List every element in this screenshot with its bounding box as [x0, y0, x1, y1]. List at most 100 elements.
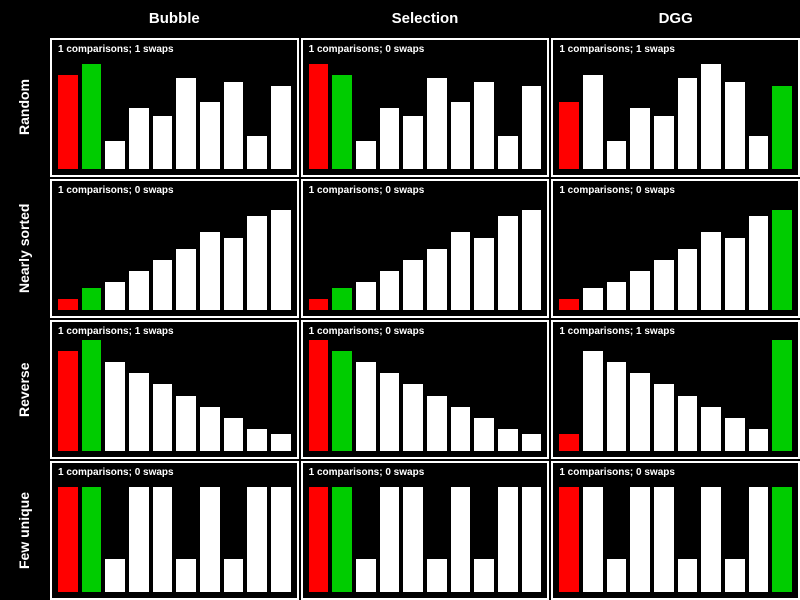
bar	[607, 362, 627, 451]
bar	[630, 487, 650, 592]
bar	[654, 487, 674, 592]
bar	[427, 249, 447, 310]
bar	[749, 429, 769, 451]
bar	[474, 82, 494, 169]
chart-cell: 1 comparisons; 0 swaps	[50, 179, 299, 318]
bar	[583, 75, 603, 169]
bar	[247, 487, 267, 592]
bar	[332, 487, 352, 592]
bar	[153, 116, 173, 169]
bar	[356, 559, 376, 592]
bar-group	[559, 199, 792, 310]
bar	[725, 418, 745, 451]
bar	[701, 407, 721, 451]
bar	[772, 86, 792, 169]
bar	[403, 116, 423, 169]
chart-cell: 1 comparisons; 0 swaps	[301, 461, 550, 600]
bar-group	[309, 481, 542, 592]
bar	[498, 487, 518, 592]
bar	[176, 78, 196, 169]
bar	[58, 75, 78, 169]
sorting-grid: Bubble Selection DGG Random 1 comparison…	[0, 0, 800, 600]
bar	[82, 340, 102, 451]
row-header-random: Random	[0, 38, 48, 177]
bar	[247, 429, 267, 451]
bar	[247, 136, 267, 169]
bar	[583, 351, 603, 451]
bar	[654, 384, 674, 451]
chart-cell: 1 comparisons; 0 swaps	[551, 179, 800, 318]
bar	[224, 559, 244, 592]
chart-cell: 1 comparisons; 0 swaps	[301, 320, 550, 459]
status-text: 1 comparisons; 1 swaps	[559, 44, 792, 55]
chart-cell: 1 comparisons; 0 swaps	[50, 461, 299, 600]
bar	[678, 559, 698, 592]
bar	[200, 232, 220, 310]
bar	[725, 559, 745, 592]
bar	[356, 282, 376, 310]
bar	[654, 260, 674, 310]
bar	[153, 487, 173, 592]
bar	[701, 487, 721, 592]
bar	[630, 108, 650, 169]
bar	[403, 487, 423, 592]
bar	[271, 487, 291, 592]
bar	[271, 210, 291, 310]
bar	[58, 299, 78, 310]
status-text: 1 comparisons; 0 swaps	[559, 185, 792, 196]
bar	[332, 351, 352, 451]
chart-cell: 1 comparisons; 1 swaps	[551, 38, 800, 177]
bar	[105, 141, 125, 169]
bar	[607, 282, 627, 310]
bar	[380, 271, 400, 310]
bar	[583, 288, 603, 310]
bar	[332, 75, 352, 169]
status-text: 1 comparisons; 1 swaps	[58, 44, 291, 55]
bar	[559, 487, 579, 592]
status-text: 1 comparisons; 0 swaps	[58, 467, 291, 478]
bar	[105, 362, 125, 451]
bar	[403, 260, 423, 310]
bar	[271, 86, 291, 169]
bar	[559, 434, 579, 451]
status-text: 1 comparisons; 0 swaps	[309, 44, 542, 55]
bar	[701, 232, 721, 310]
bar	[82, 64, 102, 169]
bar	[82, 487, 102, 592]
bar	[224, 418, 244, 451]
bar	[772, 210, 792, 310]
bar	[725, 82, 745, 169]
status-text: 1 comparisons; 0 swaps	[309, 326, 542, 337]
bar	[522, 86, 542, 169]
bar	[309, 487, 329, 592]
bar	[176, 249, 196, 310]
bar	[105, 559, 125, 592]
bar	[200, 102, 220, 169]
bar	[129, 271, 149, 310]
bar	[451, 102, 471, 169]
col-header-dgg: DGG	[551, 0, 800, 36]
bar	[451, 232, 471, 310]
col-header-selection: Selection	[301, 0, 550, 36]
chart-cell: 1 comparisons; 0 swaps	[551, 461, 800, 600]
bar-group	[559, 481, 792, 592]
bar-group	[58, 199, 291, 310]
bar	[332, 288, 352, 310]
bar-group	[559, 58, 792, 169]
bar	[522, 487, 542, 592]
bar	[474, 418, 494, 451]
chart-cell: 1 comparisons; 0 swaps	[301, 179, 550, 318]
bar	[176, 396, 196, 452]
status-text: 1 comparisons; 1 swaps	[559, 326, 792, 337]
bar	[271, 434, 291, 451]
bar	[129, 373, 149, 451]
bar	[607, 141, 627, 169]
status-text: 1 comparisons; 0 swaps	[309, 185, 542, 196]
bar	[380, 108, 400, 169]
bar	[772, 340, 792, 451]
chart-cell: 1 comparisons; 1 swaps	[551, 320, 800, 459]
bar	[380, 373, 400, 451]
bar	[380, 487, 400, 592]
bar	[309, 299, 329, 310]
bar	[678, 78, 698, 169]
